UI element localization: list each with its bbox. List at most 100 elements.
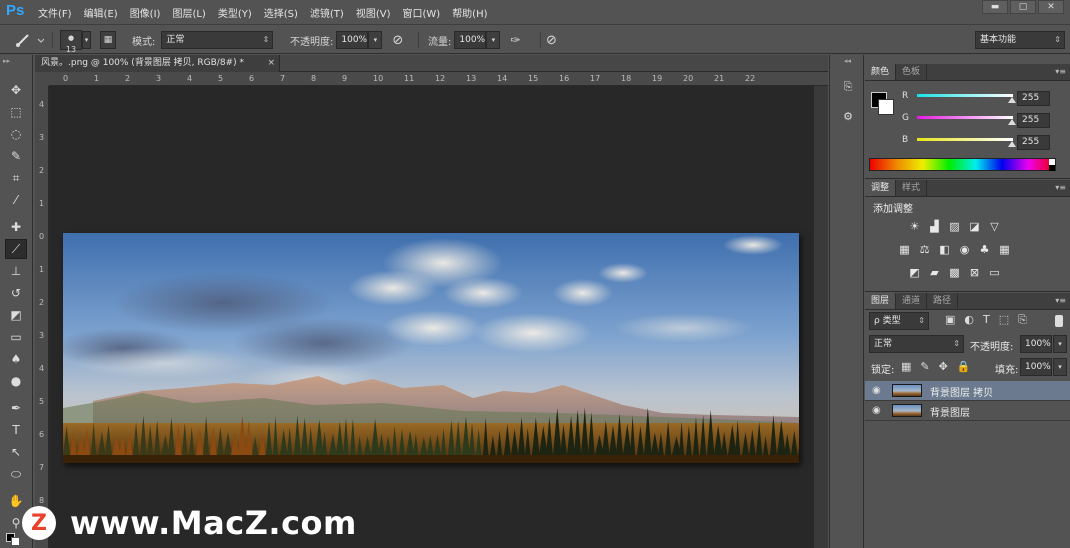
tab-layers[interactable]: 图层 bbox=[865, 293, 897, 309]
tab-styles[interactable]: 样式 bbox=[896, 180, 928, 196]
dodge-tool-icon[interactable]: ● bbox=[5, 371, 27, 391]
vertical-ruler[interactable]: 43210123456789 bbox=[35, 86, 49, 548]
hue-saturation-icon[interactable]: ▦ bbox=[897, 244, 912, 256]
color-panel-menu-icon[interactable]: ▾≡ bbox=[1055, 67, 1066, 76]
brush-panel-toggle[interactable]: ▦ bbox=[100, 30, 116, 50]
brush-panel-icon[interactable]: ▦ bbox=[100, 31, 116, 49]
visibility-eye-icon[interactable]: ◉ bbox=[872, 405, 881, 416]
menu-item[interactable]: 滤镜(T) bbox=[310, 5, 344, 20]
history-panel-icon[interactable]: ⎘ bbox=[838, 77, 858, 97]
lock-all-icon[interactable]: 🔒 bbox=[957, 360, 971, 373]
minimize-button[interactable]: ▬ bbox=[982, 0, 1008, 14]
menu-item[interactable]: 视图(V) bbox=[356, 5, 391, 20]
posterize-icon[interactable]: ▰ bbox=[927, 267, 942, 279]
menu-item[interactable]: 选择(S) bbox=[264, 5, 298, 20]
layer-opacity-input[interactable]: 100% bbox=[1020, 335, 1052, 353]
flow-dropdown-icon[interactable]: ▾ bbox=[486, 31, 501, 49]
brightness-contrast-icon[interactable]: ☀ bbox=[907, 221, 922, 233]
gradient-tool-icon[interactable]: ▭ bbox=[5, 327, 27, 347]
color-balance-icon[interactable]: ⚖ bbox=[917, 244, 932, 256]
adjustments-panel-menu-icon[interactable]: ▾≡ bbox=[1055, 183, 1066, 192]
blend-mode-select[interactable]: 正常 ⇕ bbox=[869, 335, 964, 353]
airbrush-icon[interactable]: ✑ bbox=[510, 33, 520, 47]
brush-tool-preset[interactable] bbox=[14, 30, 44, 50]
layer-row[interactable]: ◉ 背景图层 bbox=[865, 401, 1070, 421]
visibility-eye-icon[interactable]: ◉ bbox=[872, 385, 881, 396]
background-color-swatch[interactable] bbox=[878, 99, 894, 115]
channel-slider-thumb[interactable] bbox=[1008, 141, 1016, 147]
menu-item[interactable]: 帮助(H) bbox=[452, 5, 487, 20]
type-tool-icon[interactable]: T bbox=[5, 420, 27, 440]
levels-icon[interactable]: ▟ bbox=[927, 221, 942, 233]
lasso-tool-icon[interactable]: ◌ bbox=[5, 124, 27, 144]
maximize-button[interactable]: ▢ bbox=[1010, 0, 1036, 14]
properties-panel-icon[interactable]: ⚙ bbox=[838, 107, 858, 127]
ellipse-tool-icon[interactable]: ⬭ bbox=[5, 464, 27, 484]
exposure-icon[interactable]: ◪ bbox=[967, 221, 982, 233]
menu-item[interactable]: 图层(L) bbox=[172, 5, 205, 20]
menu-item[interactable]: 文件(F) bbox=[38, 5, 72, 20]
horizontal-ruler[interactable]: 0 1 2 3 4 5 6 7 8 9 10 11 12 13 14 15 16 17 18 19 20 21 22 bbox=[49, 72, 828, 86]
history-brush-tool-icon[interactable]: ↺ bbox=[5, 283, 27, 303]
move-tool-icon[interactable]: ✥ bbox=[5, 80, 27, 100]
eraser-tool-icon[interactable]: ◩ bbox=[5, 305, 27, 325]
channel-mixer-icon[interactable]: ♣ bbox=[977, 244, 992, 256]
black-white-icon[interactable]: ◧ bbox=[937, 244, 952, 256]
pressure-opacity-icon[interactable]: ⊘ bbox=[392, 33, 403, 48]
fill-dropdown-icon[interactable]: ▾ bbox=[1053, 358, 1067, 376]
workspace-select[interactable]: 基本功能 ⇕ bbox=[975, 31, 1065, 49]
threshold-icon[interactable]: ▩ bbox=[947, 267, 962, 279]
vertical-scrollbar[interactable] bbox=[814, 86, 828, 548]
shape-filter-icon[interactable]: ⬚ bbox=[999, 313, 1009, 327]
pen-tool-icon[interactable]: ✒ bbox=[5, 398, 27, 418]
flow-input[interactable]: 100% bbox=[454, 31, 487, 49]
marquee-tool-icon[interactable]: ⬚ bbox=[5, 102, 27, 122]
channel-slider[interactable] bbox=[917, 138, 1013, 141]
tab-channels[interactable]: 通道 bbox=[896, 293, 928, 309]
adjustment-filter-icon[interactable]: ◐ bbox=[964, 313, 974, 327]
path-selection-tool-icon[interactable]: ↖ bbox=[5, 442, 27, 462]
menu-item[interactable]: 类型(Y) bbox=[218, 5, 252, 20]
curves-icon[interactable]: ▨ bbox=[947, 221, 962, 233]
eyedropper-tool-icon[interactable]: ⁄ bbox=[5, 190, 27, 210]
dock-collapse-icon[interactable]: ◂◂ bbox=[844, 57, 851, 65]
smart-object-filter-icon[interactable]: ⎘ bbox=[1018, 313, 1027, 327]
vibrance-icon[interactable]: ▽ bbox=[987, 221, 1002, 233]
color-lookup-icon[interactable]: ▦ bbox=[997, 244, 1012, 256]
channel-slider[interactable] bbox=[917, 116, 1013, 119]
filter-toggle-icon[interactable] bbox=[1055, 315, 1063, 327]
close-button[interactable]: ✕ bbox=[1038, 0, 1064, 14]
channel-value-input[interactable]: 255 bbox=[1017, 135, 1050, 150]
lock-pixels-icon[interactable]: ✎ bbox=[920, 360, 929, 373]
crop-tool-icon[interactable]: ⌗ bbox=[5, 168, 27, 188]
photo-filter-icon[interactable]: ◉ bbox=[957, 244, 972, 256]
invert-icon[interactable]: ◩ bbox=[907, 267, 922, 279]
channel-value-input[interactable]: 255 bbox=[1017, 113, 1050, 128]
opacity-dropdown-icon[interactable]: ▾ bbox=[368, 31, 383, 49]
pressure-size-icon[interactable]: ⊘ bbox=[546, 33, 557, 48]
channel-slider-thumb[interactable] bbox=[1008, 97, 1016, 103]
brush-size-picker[interactable]: ● 13 ▾ bbox=[60, 30, 91, 54]
blur-tool-icon[interactable]: ♠ bbox=[5, 349, 27, 369]
document-close-icon[interactable]: × bbox=[267, 55, 275, 72]
lock-position-icon[interactable]: ✥ bbox=[939, 360, 948, 373]
healing-brush-tool-icon[interactable]: ✚ bbox=[5, 217, 27, 237]
fill-input[interactable]: 100% bbox=[1020, 358, 1052, 376]
gradient-map-icon[interactable]: ▭ bbox=[987, 267, 1002, 279]
layers-panel-menu-icon[interactable]: ▾≡ bbox=[1055, 296, 1066, 305]
canvas-area[interactable] bbox=[49, 86, 814, 548]
mode-select[interactable]: 正常 ⇕ bbox=[161, 31, 274, 49]
clone-stamp-tool-icon[interactable]: ⊥ bbox=[5, 261, 27, 281]
pixel-filter-icon[interactable]: ▣ bbox=[945, 313, 955, 327]
tab-color[interactable]: 颜色 bbox=[865, 64, 897, 80]
menu-item[interactable]: 窗口(W) bbox=[402, 5, 440, 20]
layer-filter-select[interactable]: ρ 类型 ⇕ bbox=[869, 312, 929, 330]
brush-tool-icon[interactable]: ⟋ bbox=[5, 239, 27, 259]
layer-opacity-dropdown-icon[interactable]: ▾ bbox=[1053, 335, 1067, 353]
opacity-input[interactable]: 100% bbox=[336, 31, 369, 49]
ruler-origin[interactable] bbox=[35, 72, 49, 86]
quick-selection-tool-icon[interactable]: ✎ bbox=[5, 146, 27, 166]
channel-value-input[interactable]: 255 bbox=[1017, 91, 1050, 106]
menu-item[interactable]: 图像(I) bbox=[130, 5, 161, 20]
document-tab[interactable]: 风景。.png @ 100% (背景图层 拷贝, RGB/8#) * × bbox=[35, 55, 280, 72]
